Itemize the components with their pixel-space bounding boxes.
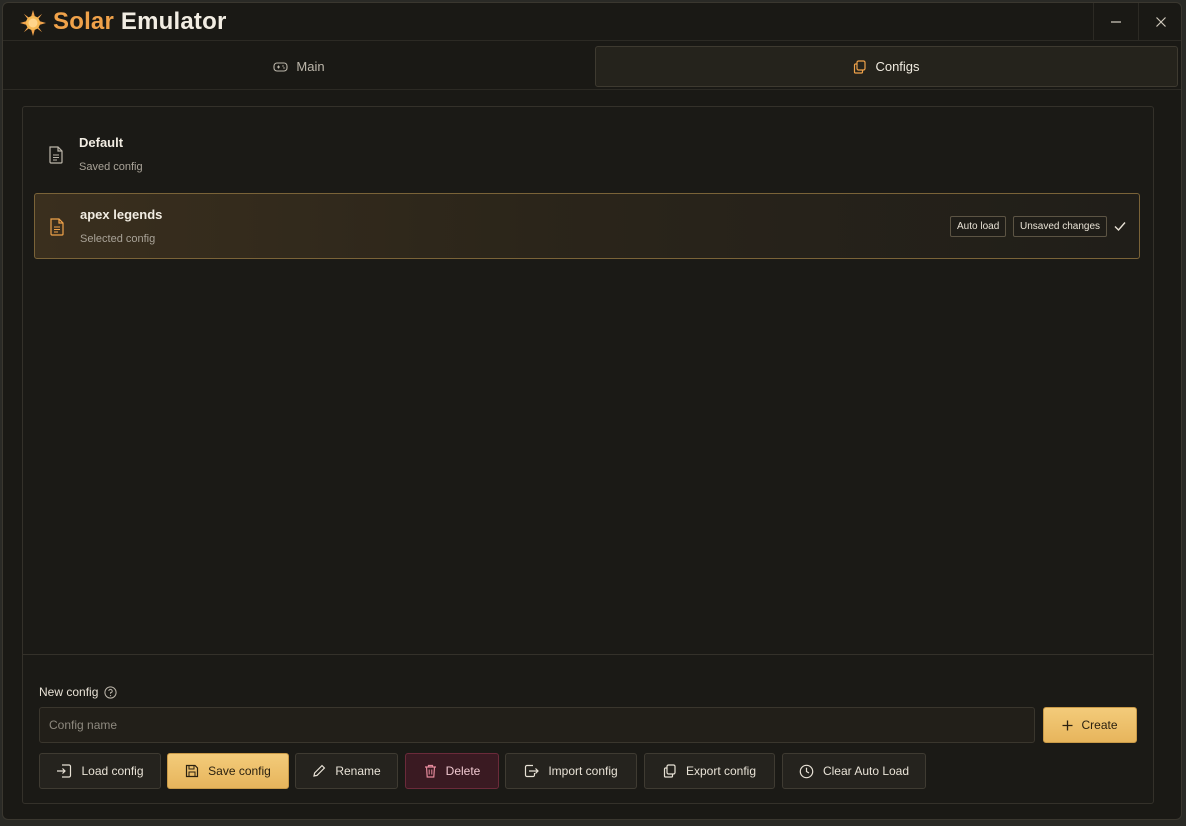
clear-auto-load-button[interactable]: Clear Auto Load xyxy=(782,753,926,789)
config-subtitle: Selected config xyxy=(80,233,156,245)
title-bar: Solar Emulator xyxy=(3,3,1181,41)
clear-auto-load-label: Clear Auto Load xyxy=(822,764,910,778)
delete-label: Delete xyxy=(445,764,481,778)
document-icon xyxy=(49,146,63,164)
export-icon xyxy=(663,764,676,778)
import-icon xyxy=(525,764,540,778)
close-button[interactable] xyxy=(1138,3,1181,41)
export-config-label: Export config xyxy=(685,764,757,778)
tab-main[interactable]: Main xyxy=(5,46,593,87)
tab-bar: Main Configs xyxy=(3,42,1181,90)
export-config-button[interactable]: Export config xyxy=(644,753,775,789)
copy-icon xyxy=(854,59,867,74)
clock-icon xyxy=(799,764,814,778)
rename-button[interactable]: Rename xyxy=(295,753,398,789)
app-title-rest: Emulator xyxy=(120,8,227,35)
tab-configs-label: Configs xyxy=(875,59,920,74)
new-config-label: New config xyxy=(39,685,117,699)
config-name: apex legends xyxy=(80,207,163,222)
gamepad-icon xyxy=(273,61,288,72)
app-title: Solar Emulator xyxy=(53,8,227,36)
import-config-button[interactable]: Import config xyxy=(505,753,637,789)
sun-logo-icon xyxy=(20,10,46,36)
document-icon xyxy=(50,218,64,236)
close-icon xyxy=(1156,17,1166,27)
plus-icon xyxy=(1062,720,1073,730)
trash-icon xyxy=(424,764,436,778)
load-config-button[interactable]: Load config xyxy=(39,753,161,789)
delete-button[interactable]: Delete xyxy=(405,753,499,789)
import-config-label: Import config xyxy=(548,764,618,778)
config-item-apex-legends[interactable]: apex legends Selected config Auto load U… xyxy=(34,193,1140,259)
create-button-label: Create xyxy=(1081,718,1118,732)
config-name: Default xyxy=(79,135,124,150)
save-config-button[interactable]: Save config xyxy=(167,753,289,789)
auto-load-badge: Auto load xyxy=(950,216,1007,237)
configs-panel: Default Saved config apex legends Select… xyxy=(22,106,1154,804)
minimize-icon xyxy=(1111,21,1121,23)
help-icon[interactable] xyxy=(104,685,117,699)
load-icon xyxy=(57,764,72,778)
tab-configs[interactable]: Configs xyxy=(595,46,1178,87)
app-title-accent: Solar xyxy=(53,8,115,35)
rename-label: Rename xyxy=(335,764,381,778)
tab-main-label: Main xyxy=(296,59,325,74)
pencil-icon xyxy=(313,764,326,777)
config-item-default[interactable]: Default Saved config xyxy=(34,122,1140,188)
create-button[interactable]: Create xyxy=(1043,707,1137,743)
save-icon xyxy=(186,764,199,778)
new-config-label-text: New config xyxy=(39,685,99,699)
config-name-input[interactable] xyxy=(39,707,1035,743)
load-config-label: Load config xyxy=(81,764,144,778)
config-list: Default Saved config apex legends Select… xyxy=(23,107,1153,655)
save-config-label: Save config xyxy=(208,764,271,778)
checkmark-icon xyxy=(1114,222,1126,232)
minimize-button[interactable] xyxy=(1093,3,1138,41)
unsaved-changes-badge: Unsaved changes xyxy=(1013,216,1108,237)
app-window: Solar Emulator Main Configs Default Save… xyxy=(2,2,1182,820)
config-subtitle: Saved config xyxy=(79,161,143,173)
